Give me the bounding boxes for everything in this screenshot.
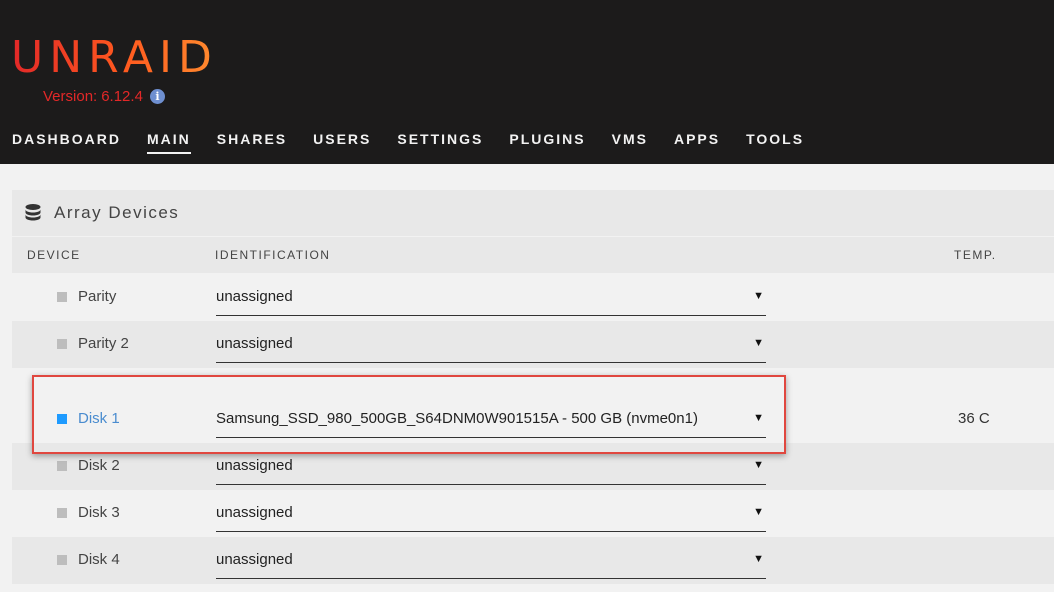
select-value: unassigned bbox=[216, 551, 293, 568]
device-name: Parity 2 bbox=[78, 335, 129, 352]
version-info: Version: 6.12.4 i bbox=[43, 86, 165, 106]
table-row: Disk 2 unassigned ▼ bbox=[12, 443, 1054, 490]
panel-title: Array Devices bbox=[54, 203, 180, 222]
table-row: Disk 1 Samsung_SSD_980_500GB_S64DNM0W901… bbox=[12, 368, 1054, 443]
select-value: Samsung_SSD_980_500GB_S64DNM0W901515A - … bbox=[216, 410, 698, 427]
status-indicator bbox=[57, 292, 67, 302]
device-name: Disk 4 bbox=[78, 551, 120, 568]
table-row: Parity 2 unassigned ▼ bbox=[12, 321, 1054, 368]
identification-select[interactable]: unassigned ▼ bbox=[216, 331, 766, 363]
device-temp: 36 C bbox=[958, 410, 990, 427]
status-indicator bbox=[57, 339, 67, 349]
device-name: Disk 2 bbox=[78, 457, 120, 474]
dropdown-arrow-icon: ▼ bbox=[753, 553, 764, 565]
select-value: unassigned bbox=[216, 504, 293, 521]
identification-select[interactable]: unassigned ▼ bbox=[216, 500, 766, 532]
identification-select[interactable]: unassigned ▼ bbox=[216, 547, 766, 579]
column-temp: TEMP. bbox=[954, 248, 997, 262]
select-value: unassigned bbox=[216, 457, 293, 474]
status-indicator bbox=[57, 555, 67, 565]
dropdown-arrow-icon: ▼ bbox=[753, 290, 764, 302]
nav-apps[interactable]: APPS bbox=[674, 130, 720, 154]
select-value: unassigned bbox=[216, 288, 293, 305]
dropdown-arrow-icon: ▼ bbox=[753, 337, 764, 349]
table-row: Disk 3 unassigned ▼ bbox=[12, 490, 1054, 537]
status-indicator bbox=[57, 414, 67, 424]
identification-select[interactable]: unassigned ▼ bbox=[216, 284, 766, 316]
select-value: unassigned bbox=[216, 335, 293, 352]
nav-settings[interactable]: SETTINGS bbox=[397, 130, 483, 154]
device-name-link[interactable]: Disk 1 bbox=[78, 410, 120, 427]
table-row: Parity unassigned ▼ bbox=[12, 274, 1054, 321]
dropdown-arrow-icon: ▼ bbox=[753, 506, 764, 518]
version-number: 6.12.4 bbox=[101, 87, 143, 105]
dropdown-arrow-icon: ▼ bbox=[753, 412, 764, 424]
identification-select[interactable]: unassigned ▼ bbox=[216, 453, 766, 485]
status-indicator bbox=[57, 461, 67, 471]
nav-tools[interactable]: TOOLS bbox=[746, 130, 804, 154]
version-label: Version: bbox=[43, 87, 98, 105]
database-icon bbox=[25, 204, 41, 221]
nav-users[interactable]: USERS bbox=[313, 130, 371, 154]
nav-shares[interactable]: SHARES bbox=[217, 130, 287, 154]
dropdown-arrow-icon: ▼ bbox=[753, 459, 764, 471]
info-icon[interactable]: i bbox=[149, 88, 165, 104]
unraid-logo[interactable]: UNRAID bbox=[11, 28, 218, 88]
identification-select[interactable]: Samsung_SSD_980_500GB_S64DNM0W901515A - … bbox=[216, 406, 766, 438]
column-identification: IDENTIFICATION bbox=[215, 248, 331, 262]
array-devices-title-bar: Array Devices bbox=[12, 190, 1054, 236]
table-row: Disk 4 unassigned ▼ bbox=[12, 537, 1054, 584]
device-name: Parity bbox=[78, 288, 117, 305]
nav-dashboard[interactable]: DASHBOARD bbox=[12, 130, 121, 154]
header: UNRAID Version: 6.12.4 i DASHBOARD MAIN … bbox=[0, 0, 1054, 164]
status-indicator bbox=[57, 508, 67, 518]
nav-plugins[interactable]: PLUGINS bbox=[509, 130, 585, 154]
table-header: DEVICE IDENTIFICATION TEMP. bbox=[12, 237, 1054, 273]
column-device: DEVICE bbox=[27, 248, 81, 262]
main-nav: DASHBOARD MAIN SHARES USERS SETTINGS PLU… bbox=[12, 130, 830, 154]
device-name: Disk 3 bbox=[78, 504, 120, 521]
nav-main[interactable]: MAIN bbox=[147, 130, 191, 154]
nav-vms[interactable]: VMS bbox=[612, 130, 648, 154]
